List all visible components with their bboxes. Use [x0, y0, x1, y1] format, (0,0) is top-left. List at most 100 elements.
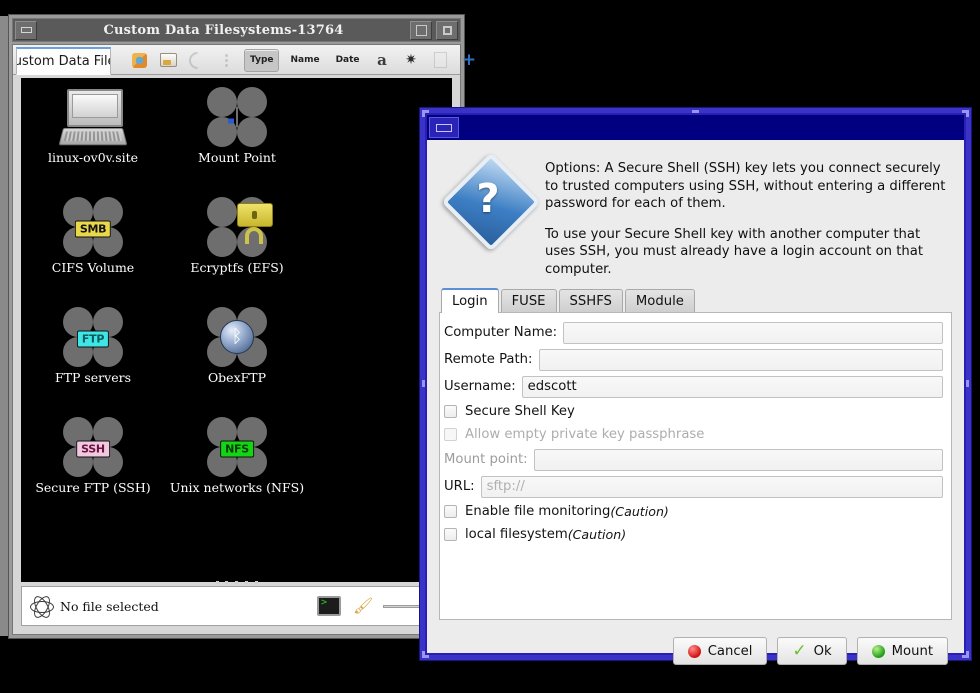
dialog-inner-frame: ? Options: A Secure Shell (SSH) key lets…	[425, 113, 966, 655]
username-row: Username: edscott	[444, 373, 943, 400]
tab-module[interactable]: Module	[625, 289, 695, 312]
green-check-icon: ✓	[792, 643, 806, 660]
file-manager-body: Custom Data Files Type Name Date a ✷ +	[12, 44, 461, 635]
cancel-button-label: Cancel	[708, 644, 753, 659]
list-item[interactable]: SSH Secure FTP (SSH)	[21, 416, 165, 526]
terminal-icon[interactable]	[317, 596, 341, 616]
mount-button-label: Mount	[892, 644, 933, 659]
network-icon: SMB	[65, 196, 121, 258]
remote-path-label: Remote Path:	[444, 352, 539, 367]
sort-by-date-button[interactable]: Date	[331, 49, 365, 72]
list-item[interactable]: Ecryptfs (EFS)	[165, 196, 309, 306]
toolbar-icon-group: Type Name Date a ✷ +	[125, 46, 484, 74]
pane-resize-grip[interactable]	[216, 580, 258, 585]
menu-dots-icon[interactable]	[215, 49, 238, 72]
list-item-label: linux-ov0v.site	[48, 150, 138, 165]
ssh-badge: SSH	[76, 441, 110, 458]
ssh-options-dialog: ? Options: A Secure Shell (SSH) key lets…	[419, 107, 972, 661]
dialog-minimize-button[interactable]	[429, 117, 459, 138]
file-manager-titlebar[interactable]: Custom Data Filesystems-13764	[12, 18, 461, 42]
list-item-label: ObexFTP	[208, 370, 266, 385]
username-label: Username:	[444, 379, 522, 394]
dialog-titlebar[interactable]	[427, 115, 964, 140]
folder-icon[interactable]	[157, 49, 180, 72]
enable-file-monitoring-row: Enable file monitoring (Caution)	[444, 500, 943, 523]
restore-button[interactable]	[410, 21, 432, 40]
dialog-message: Options: A Secure Shell (SSH) key lets y…	[545, 156, 950, 278]
background-window-sliver[interactable]	[0, 16, 8, 636]
username-input[interactable]: edscott	[522, 376, 943, 398]
tab-login[interactable]: Login	[441, 288, 499, 313]
maximize-icon	[443, 26, 452, 35]
dialog-content: ? Options: A Secure Shell (SSH) key lets…	[427, 140, 964, 653]
allow-empty-passphrase-checkbox[interactable]	[444, 428, 457, 441]
file-manager-toolbar: Custom Data Files Type Name Date a ✷ +	[13, 45, 460, 75]
url-input[interactable]: sftp://	[481, 476, 943, 498]
status-bar: No file selected 🖌	[21, 586, 452, 626]
local-filesystem-checkbox[interactable]	[444, 528, 457, 541]
allow-empty-passphrase-row: Allow empty private key passphrase	[444, 423, 943, 446]
list-item[interactable]: SMB CIFS Volume	[21, 196, 165, 306]
mount-point-label: Mount point:	[444, 452, 534, 467]
back-icon[interactable]	[186, 49, 209, 72]
list-item[interactable]: linux-ov0v.site	[21, 86, 165, 196]
login-tab-panel: Computer Name: Remote Path: Username: ed…	[439, 312, 952, 620]
local-filesystem-label: local filesystem	[465, 527, 568, 542]
local-filesystem-caution: (Caution)	[568, 527, 626, 542]
minimize-button[interactable]	[15, 21, 37, 40]
ok-button[interactable]: ✓ Ok	[777, 637, 846, 665]
green-dot-icon	[872, 645, 885, 658]
list-item[interactable]: NFS Unix networks (NFS)	[165, 416, 309, 526]
sort-by-name-button[interactable]: Name	[285, 49, 324, 72]
maximize-button[interactable]	[436, 21, 458, 40]
enable-file-monitoring-label: Enable file monitoring	[465, 504, 610, 519]
dialog-tab-bar: Login FUSE SSHFS Module	[441, 288, 952, 312]
cancel-button[interactable]: Cancel	[673, 637, 768, 665]
drive-icon	[209, 86, 265, 148]
computer-name-input[interactable]	[563, 322, 943, 344]
highlight-icon[interactable]: ✷	[400, 49, 423, 72]
mount-button[interactable]: Mount	[857, 637, 948, 665]
file-manager-window: Custom Data Filesystems-13764 Custom Dat…	[8, 14, 465, 639]
padlock-icon	[209, 196, 265, 258]
secure-shell-key-checkbox[interactable]	[444, 405, 457, 418]
nfs-badge: NFS	[220, 441, 254, 458]
minimize-icon	[436, 124, 452, 132]
mount-point-row: Mount point:	[444, 446, 943, 473]
secure-shell-key-label: Secure Shell Key	[465, 404, 575, 419]
list-item-label: Mount Point	[198, 150, 276, 165]
tab-sshfs[interactable]: SSHFS	[559, 289, 623, 312]
smb-badge: SMB	[75, 221, 111, 238]
tab-custom-data-files[interactable]: Custom Data Files	[16, 47, 111, 75]
add-icon[interactable]: +	[458, 49, 481, 72]
list-item[interactable]: FTP FTP servers	[21, 306, 165, 416]
document-icon[interactable]	[429, 49, 452, 72]
dialog-button-bar: Cancel ✓ Ok Mount	[439, 637, 952, 665]
list-item-label: Secure FTP (SSH)	[35, 480, 150, 495]
enable-file-monitoring-checkbox[interactable]	[444, 505, 457, 518]
network-icon: FTP	[65, 306, 121, 368]
font-size-icon[interactable]: a	[371, 49, 394, 72]
brush-icon[interactable]: 🖌	[353, 596, 371, 616]
secure-shell-key-row: Secure Shell Key	[444, 400, 943, 423]
atom-icon	[30, 595, 52, 617]
file-icon-canvas[interactable]: linux-ov0v.site Mount Point SMB CIFS Vol…	[21, 78, 452, 582]
list-item[interactable]: Mount Point	[165, 86, 309, 196]
mount-point-input[interactable]	[534, 449, 943, 471]
list-item-label: Ecryptfs (EFS)	[190, 260, 283, 275]
file-manager-title: Custom Data Filesystems-13764	[39, 23, 408, 38]
ok-button-label: Ok	[814, 644, 832, 659]
question-mark-icon: ?	[445, 156, 531, 242]
red-dot-icon	[688, 645, 701, 658]
tab-fuse[interactable]: FUSE	[501, 289, 557, 312]
enable-file-monitoring-caution: (Caution)	[610, 504, 668, 519]
sort-by-type-button[interactable]: Type	[244, 49, 279, 72]
remote-path-input[interactable]	[539, 349, 944, 371]
minimize-icon	[21, 27, 32, 33]
local-filesystem-row: local filesystem (Caution)	[444, 523, 943, 546]
dialog-message-paragraph-1: Options: A Secure Shell (SSH) key lets y…	[545, 160, 950, 213]
connect-icon[interactable]	[128, 49, 151, 72]
list-item-label: Unix networks (NFS)	[170, 480, 304, 495]
list-item[interactable]: ᛒ ObexFTP	[165, 306, 309, 416]
ftp-badge: FTP	[77, 331, 109, 348]
